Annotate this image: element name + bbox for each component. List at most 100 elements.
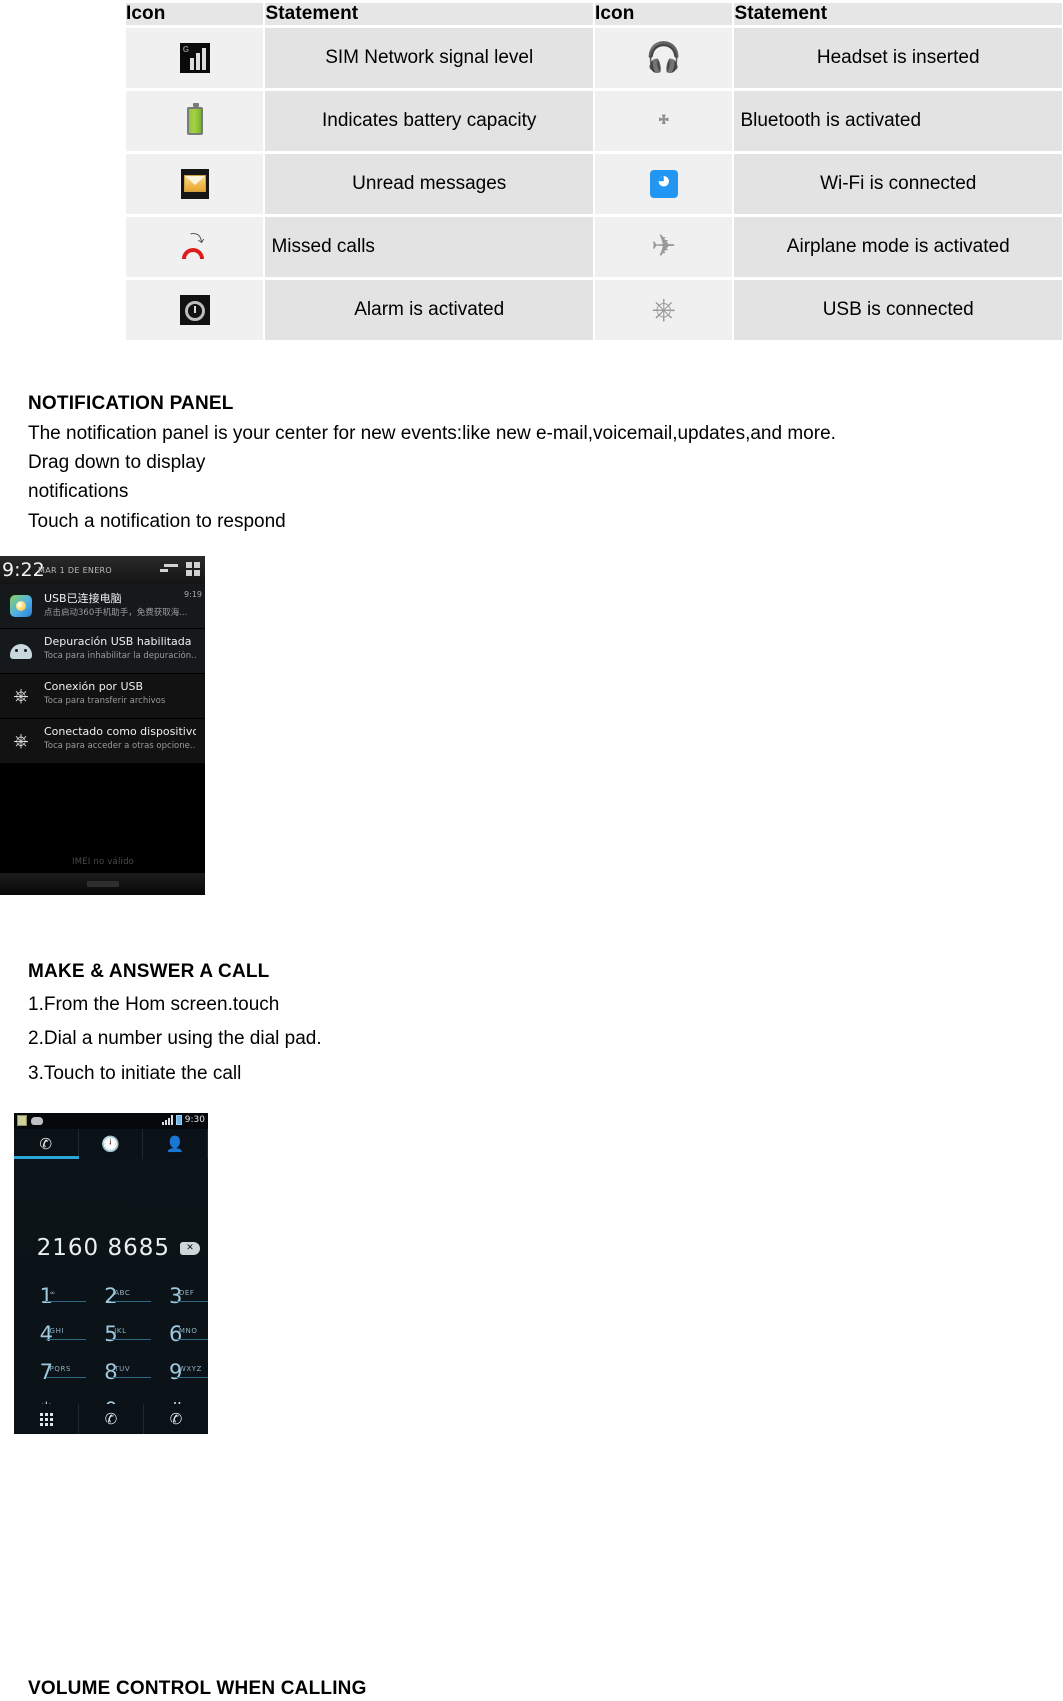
key-letters: PQRS [49,1365,71,1373]
list-item[interactable]: USB已连接电脑 点击启动360手机助手，免费获取海... 9:19 [0,584,205,629]
cell-icon-envelope [126,154,264,214]
key-8[interactable]: 8 TUV [79,1353,151,1391]
dialer-number-row: 2160 8685 ✕ [14,1235,208,1269]
header-statement-left: Statement [265,3,593,25]
signal-bars-icon: G [179,43,210,73]
clear-notifications-icon[interactable] [160,564,178,576]
backspace-icon[interactable]: ✕ [180,1242,200,1255]
quick-settings-icon[interactable] [186,562,201,577]
key-1[interactable]: 1 ∞ [14,1277,87,1315]
cell-icon-alarm [126,280,264,340]
usb-icon: ⎈ [13,729,29,752]
battery-icon [186,103,203,135]
statement-wifi: Wi-Fi is connected [734,154,1062,214]
message-icon [31,1116,43,1125]
notification-panel-heading: NOTIFICATION PANEL [28,393,234,414]
key-7[interactable]: 7 PQRS [14,1353,87,1391]
call-step-1: 1.From the Hom screen.touch [28,994,280,1015]
notification-status-bar: 9:22 MAR 1 DE ENERO [0,556,205,584]
drag-handle-icon [86,881,119,887]
wifi-icon: ◕ [649,167,678,198]
table-header-row: Icon Statement Icon Statement [126,3,1062,25]
list-item[interactable]: Depuración USB habilitada Toca para inha… [0,629,205,674]
phone-icon: ✆ [39,1135,53,1153]
call-button[interactable]: ✆ [79,1404,144,1434]
table-row: Indicates battery capacity ᛭ Bluetooth i… [126,91,1062,151]
notification-time: 9:19 [184,590,202,599]
notification-desc-line-3: notifications [28,481,129,502]
dialer-status-bar: 9:30 [14,1113,208,1129]
key-letters: GHI [49,1327,65,1335]
alarm-clock-icon [179,295,210,325]
note-icon [17,1115,27,1126]
call-step-2: 2.Dial a number using the dial pad. [28,1028,322,1049]
cell-icon-usb: ⎈ [594,280,733,340]
dialed-number-field[interactable]: 2160 8685 [37,1235,170,1261]
key-2[interactable]: 2 ABC [79,1277,151,1315]
key-underline [175,1301,208,1302]
cell-icon-missed-call: ⤵ [126,217,264,277]
dialer-screenshot: 9:30 ✆ 🕛 👤 2160 8685 ✕ 1 ∞ 2 ABC 3 DEF 4… [14,1113,208,1434]
notification-subtitle: Toca para inhabilitar la depuración... [44,651,196,661]
add-contact-icon: ✆ [169,1410,183,1428]
cell-icon-headset: 🎧 [594,28,733,88]
call-step-3: 3.Touch to initiate the call [28,1063,242,1084]
notification-subtitle: Toca para acceder a otras opcione... [44,741,196,751]
status-bar-right-icons: 9:30 [161,1115,205,1125]
list-item[interactable]: ⎈ Conectado como dispositivo... Toca par… [0,719,205,764]
key-3[interactable]: 3 DEF [143,1277,208,1315]
add-contact-button[interactable]: ✆ [144,1404,208,1434]
key-5[interactable]: 5 JKL [79,1315,151,1353]
cell-icon-airplane: ✈ [594,217,733,277]
app-360-icon [0,584,42,628]
status-icon-table: Icon Statement Icon Statement G SIM Netw… [124,0,1063,343]
cell-icon-bluetooth: ᛭ [594,91,733,151]
key-underline [175,1339,208,1340]
key-letters: WXYZ [178,1365,203,1373]
notification-panel-screenshot: 9:22 MAR 1 DE ENERO USB已连接电脑 点击启动360手机助手… [0,556,205,895]
tab-recents[interactable]: 🕛 [79,1129,144,1159]
envelope-icon [180,169,209,199]
notification-title: Conexión por USB [44,680,144,693]
list-item[interactable]: ⎈ Conexión por USB Toca para transferir … [0,674,205,719]
notification-panel-handle[interactable] [0,873,205,895]
status-bar-left-icons [17,1115,43,1126]
statement-battery: Indicates battery capacity [265,91,593,151]
cell-icon-signal: G [126,28,264,88]
table-row: Alarm is activated ⎈ USB is connected [126,280,1062,340]
tab-contacts[interactable]: 👤 [143,1129,208,1159]
dialpad-button[interactable] [14,1404,79,1434]
android-debug-icon [0,629,42,673]
header-icon-right: Icon [594,3,733,25]
headset-icon: 🎧 [645,41,682,74]
key-9[interactable]: 9 WXYZ [143,1353,208,1391]
key-4[interactable]: 4 GHI [14,1315,87,1353]
usb-icon: ⎈ [13,684,29,707]
statement-sim-signal: SIM Network signal level [265,28,593,88]
statement-alarm: Alarm is activated [265,280,593,340]
tab-dialer[interactable]: ✆ [14,1129,79,1159]
key-letters: MNO [178,1327,198,1335]
header-icon-left: Icon [126,3,264,25]
notification-desc-line-4: Touch a notification to respond [28,511,286,532]
statement-airplane: Airplane mode is activated [734,217,1062,277]
key-letters: ABC [114,1289,131,1297]
dialpad-icon [39,1412,53,1426]
statement-headset: Headset is inserted [734,28,1062,88]
cell-icon-wifi: ◕ [594,154,733,214]
status-bar-date: MAR 1 DE ENERO [38,566,113,575]
key-letters: JKL [114,1327,127,1335]
key-letters: DEF [178,1289,195,1297]
notification-title: Conectado como dispositivo... [44,725,196,738]
notification-subtitle: 点击启动360手机助手，免费获取海... [44,608,188,618]
key-6[interactable]: 6 MNO [143,1315,208,1353]
battery-icon [175,1115,182,1125]
volume-control-heading: VOLUME CONTROL WHEN CALLING [28,1678,367,1699]
table-row: ⤵ Missed calls ✈ Airplane mode is activa… [126,217,1062,277]
bluetooth-icon: ᛭ [654,104,673,137]
notification-desc-line-1: The notification panel is your center fo… [28,423,836,444]
key-letters: TUV [114,1365,131,1373]
make-answer-call-heading: MAKE & ANSWER A CALL [28,961,270,982]
notification-desc-line-2: Drag down to display [28,452,206,473]
statement-unread-messages: Unread messages [265,154,593,214]
